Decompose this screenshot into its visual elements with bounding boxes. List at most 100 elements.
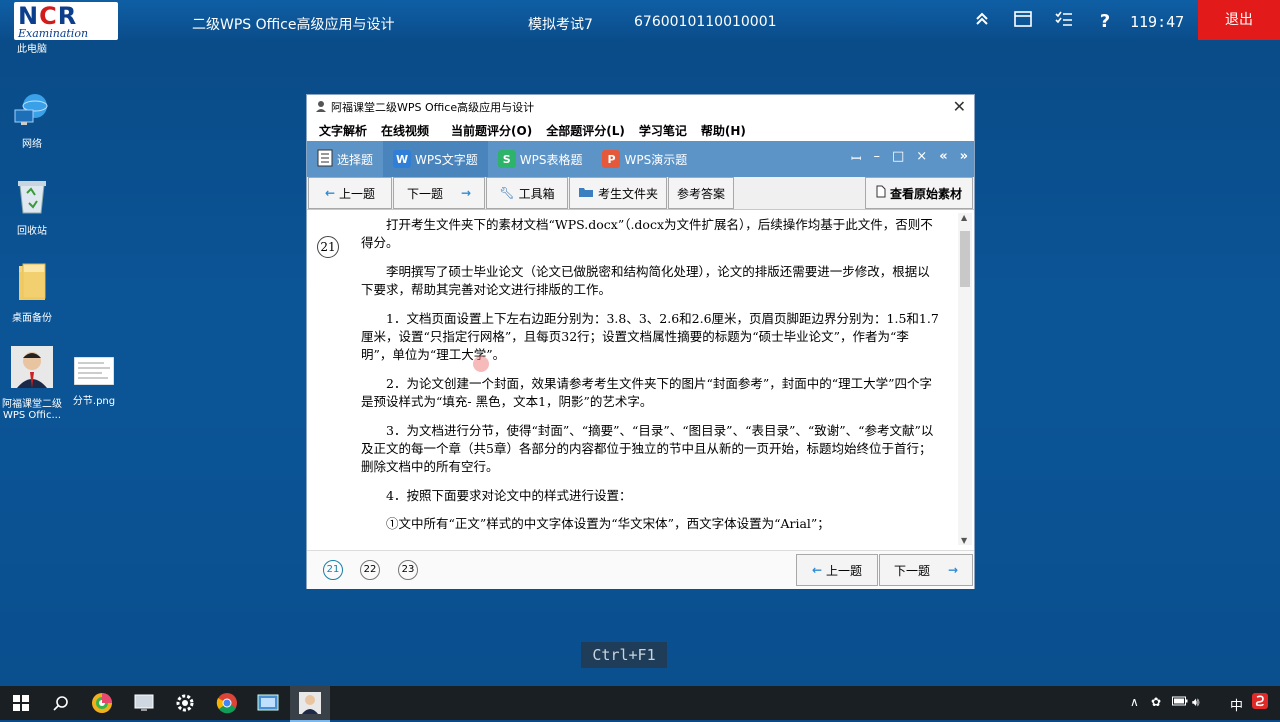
logo-subtext: Examination: [18, 27, 89, 40]
desktop-icon-recycle-bin[interactable]: 回收站: [0, 177, 64, 237]
button-label: 上一题: [826, 563, 863, 578]
button-label: 上一题: [339, 186, 376, 201]
requirement-2: 2．为论文创建一个封面，效果请参考考生文件夹下的图片“封面参考”，封面中的“理工…: [361, 376, 933, 409]
menu-grade-all[interactable]: 全部题评分(L): [546, 122, 625, 139]
network-globe-icon: [0, 92, 64, 131]
reference-answer-button[interactable]: 参考答案: [668, 177, 734, 209]
wps-presentation-icon: P: [602, 150, 621, 168]
button-label: 参考答案: [676, 186, 725, 201]
desktop-icon-png-file[interactable]: 分节.png: [62, 356, 126, 407]
close-icon[interactable]: ✕: [953, 97, 966, 116]
ime-indicator[interactable]: 中: [1230, 695, 1243, 714]
tray-settings-icon[interactable]: ✿: [1151, 695, 1161, 709]
double-right-icon[interactable]: »: [960, 149, 968, 167]
wps-writer-icon: W: [393, 150, 412, 168]
menu-bar: 文字解析 在线视频 当前题评分(O) 全部题评分(L) 学习笔记 帮助(H): [307, 119, 974, 141]
exam-title: 二级WPS Office高级应用与设计: [192, 17, 395, 33]
desktop-icon-backup-folder[interactable]: 桌面备份: [0, 262, 64, 324]
tab-choice[interactable]: 选择题: [307, 141, 383, 177]
document-icon: [876, 185, 886, 201]
scroll-up-icon[interactable]: ▲: [961, 213, 967, 222]
minimize-icon[interactable]: –: [873, 149, 880, 167]
desktop-icon-label: 分节.png: [72, 396, 116, 407]
tab-wps-spreadsheet[interactable]: S WPS表格题: [488, 141, 593, 177]
recycle-bin-icon: [0, 177, 64, 218]
footer-prev-button[interactable]: ← 上一题: [796, 554, 878, 586]
menu-notes[interactable]: 学习笔记: [639, 122, 687, 139]
window-title: 阿福课堂二级WPS Office高级应用与设计: [331, 101, 535, 114]
toolbox-button[interactable]: 🔧︎ 工具箱: [486, 177, 568, 209]
settings-gear-app-icon[interactable]: [172, 690, 198, 716]
chrome-icon[interactable]: [214, 690, 240, 716]
document-list-icon: [317, 149, 333, 170]
button-label: 工具箱: [518, 186, 555, 201]
scroll-thumb[interactable]: [960, 231, 970, 287]
menu-help[interactable]: 帮助(H): [701, 122, 746, 139]
question-footer: 21 22 23 ← 上一题 下一题 →: [307, 550, 974, 589]
image-file-icon: [62, 356, 126, 388]
desktop-icon-network[interactable]: 网络: [0, 92, 64, 150]
help-icon[interactable]: ?: [1093, 10, 1117, 34]
browser-360-icon[interactable]: [89, 690, 115, 716]
logo-text: NCR: [18, 2, 78, 30]
requirement-4: 4．按照下面要求对论文中的样式进行设置：: [386, 488, 632, 503]
tab-label: WPS文字题: [415, 152, 478, 167]
task-list-icon[interactable]: [1052, 10, 1076, 34]
exit-button[interactable]: 退出: [1198, 0, 1280, 40]
battery-icon[interactable]: [1172, 695, 1188, 709]
folder-open-icon: [578, 186, 594, 201]
input-method-icon[interactable]: [1252, 693, 1268, 712]
menu-online-video[interactable]: 在线视频: [381, 122, 429, 139]
question-22-link[interactable]: 22: [360, 560, 380, 580]
volume-icon[interactable]: 🔊︎: [1192, 695, 1200, 710]
requirement-1: 1．文档页面设置上下左右边距分别为：3.8、3、2.6和2.6厘米，页眉页脚距边…: [361, 311, 939, 362]
screen-recorder-icon[interactable]: [131, 690, 157, 716]
footer-next-button[interactable]: 下一题 →: [879, 554, 973, 586]
menu-text-analysis[interactable]: 文字解析: [319, 122, 367, 139]
scroll-down-icon[interactable]: ▼: [961, 536, 967, 545]
exam-name: 模拟考试7: [528, 17, 593, 33]
tab-wps-writer[interactable]: W WPS文字题: [383, 141, 488, 177]
desktop-icon-afu-app[interactable]: 阿福课堂二级WPS Offic...: [0, 346, 64, 421]
button-label: 下一题: [406, 186, 443, 201]
exam-id: 6760010110010001: [634, 14, 777, 30]
close-panel-icon[interactable]: ×: [916, 149, 927, 167]
arrow-right-icon: →: [460, 186, 472, 200]
text-cursor-icon: [473, 356, 489, 372]
question-23-link[interactable]: 23: [398, 560, 418, 580]
wps-spreadsheet-icon: S: [497, 150, 516, 168]
tab-wps-presentation[interactable]: P WPS演示题: [592, 141, 697, 177]
search-icon[interactable]: [48, 690, 74, 716]
tab-label: WPS表格题: [519, 152, 583, 167]
windows-start-icon[interactable]: [8, 690, 34, 716]
desktop-icon-label: 网络: [22, 139, 42, 150]
desktop-icon-this-pc[interactable]: 此电脑: [0, 40, 64, 55]
wrench-icon: 🔧︎: [499, 186, 515, 200]
desktop-icon-label: 回收站: [17, 226, 47, 237]
afu-app-taskbar-icon[interactable]: [290, 686, 330, 722]
content-scrollbar[interactable]: ▲ ▼: [958, 213, 972, 545]
window-titlebar: 阿福课堂二级WPS Office高级应用与设计 ✕: [307, 95, 974, 119]
exam-window: 阿福课堂二级WPS Office高级应用与设计 ✕ 文字解析 在线视频 当前题评…: [306, 94, 975, 589]
instruction-paragraph: 打开考生文件夹下的素材文档“WPS.docx”（.docx为文件扩展名），后续操…: [361, 217, 933, 250]
maximize-icon[interactable]: □: [892, 149, 904, 167]
question-21-link[interactable]: 21: [323, 560, 343, 580]
question-type-tabs: 选择题 W WPS文字题 S WPS表格题 P WPS演示题 ꟷ – □ × «…: [307, 141, 974, 177]
tray-expand-icon[interactable]: ∧: [1130, 695, 1139, 709]
tab-window-controls: ꟷ – □ × « »: [851, 149, 968, 167]
menu-grade-current[interactable]: 当前题评分(O): [451, 122, 532, 139]
pin-icon[interactable]: ꟷ: [851, 149, 862, 167]
window-icon[interactable]: [1011, 10, 1035, 34]
requirement-3: 3．为文档进行分节，使得“封面”、“摘要”、“目录”、“图目录”、“表目录”、“…: [361, 423, 934, 474]
view-original-material-button[interactable]: 查看原始素材: [865, 177, 973, 209]
prev-question-button[interactable]: ← 上一题: [308, 177, 392, 209]
exam-app-icon[interactable]: [255, 690, 281, 716]
button-label: 查看原始素材: [889, 186, 962, 201]
collapse-up-icon[interactable]: [970, 10, 994, 34]
next-question-button[interactable]: 下一题 →: [393, 177, 485, 209]
avatar-app-icon: [0, 346, 64, 391]
desktop-icon-label: 阿福课堂二级WPS Offic...: [2, 399, 62, 421]
double-left-icon[interactable]: «: [939, 149, 947, 167]
exam-folder-button[interactable]: 考生文件夹: [569, 177, 667, 209]
button-label: 考生文件夹: [597, 186, 658, 201]
